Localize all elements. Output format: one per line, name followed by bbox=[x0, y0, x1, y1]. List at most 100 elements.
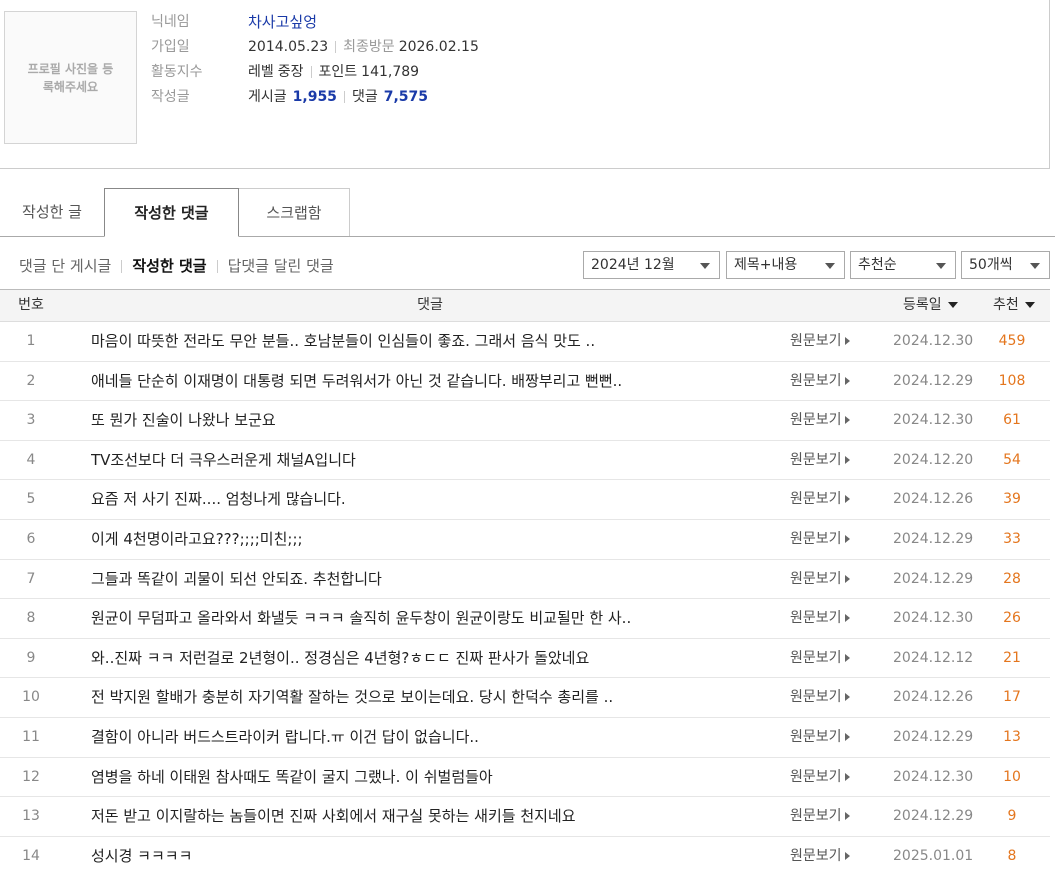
page-size-select[interactable]: 50개씩 bbox=[961, 251, 1050, 279]
play-arrow-icon bbox=[844, 416, 850, 425]
view-original-label: 원문보기 bbox=[790, 333, 842, 349]
play-arrow-icon bbox=[844, 534, 850, 543]
row-recommend-count: 21 bbox=[1003, 649, 1021, 666]
comment-text-link[interactable]: 요즘 저 사기 진짜.... 엄청나게 많습니다. bbox=[91, 480, 771, 519]
play-arrow-icon bbox=[844, 495, 850, 504]
header-date-label: 등록일 bbox=[903, 297, 942, 313]
row-date: 2024.12.30 bbox=[893, 610, 974, 627]
tab-written-comments[interactable]: 작성한 댓글 bbox=[104, 188, 239, 237]
row-number: 14 bbox=[22, 847, 40, 864]
search-scope-select[interactable]: 제목+내용 bbox=[726, 251, 845, 279]
view-original-link[interactable]: 원문보기 bbox=[790, 797, 850, 836]
view-original-label: 원문보기 bbox=[790, 530, 842, 547]
search-scope-value: 제목+내용 bbox=[734, 257, 798, 273]
row-number: 7 bbox=[26, 570, 36, 587]
subtab-written-comments[interactable]: 작성한 댓글 bbox=[132, 253, 206, 279]
comment-text-link[interactable]: 성시경 ㅋㅋㅋㅋ bbox=[91, 837, 771, 876]
play-arrow-icon bbox=[844, 653, 850, 662]
view-original-link[interactable]: 원문보기 bbox=[790, 322, 850, 361]
view-original-link[interactable]: 원문보기 bbox=[790, 401, 850, 440]
month-select[interactable]: 2024년 12월 bbox=[583, 251, 720, 279]
tab-scraps[interactable]: 스크랩함 bbox=[238, 188, 350, 236]
header-recommend-sort[interactable]: 추천 bbox=[993, 290, 1035, 321]
row-date: 2024.12.29 bbox=[893, 530, 974, 547]
chevron-down-icon bbox=[1030, 263, 1040, 269]
sort-select[interactable]: 추천순 bbox=[850, 251, 956, 279]
row-date: 2024.12.29 bbox=[893, 372, 974, 389]
subtab-replied-comments[interactable]: 답댓글 달린 댓글 bbox=[228, 253, 334, 279]
posts-label: 작성글 bbox=[151, 89, 190, 105]
level-label: 레벨 bbox=[248, 64, 274, 80]
table-row: 13 저돈 받고 이지랄하는 놈들이면 진짜 사회에서 재구실 못하는 새키들 천… bbox=[0, 797, 1050, 837]
row-recommend-count: 39 bbox=[1003, 491, 1021, 508]
play-arrow-icon bbox=[844, 376, 850, 385]
header-date-sort[interactable]: 등록일 bbox=[903, 290, 958, 321]
view-original-label: 원문보기 bbox=[790, 689, 842, 706]
view-original-link[interactable]: 원문보기 bbox=[790, 599, 850, 638]
chevron-down-icon bbox=[936, 263, 946, 269]
last-visit-date: 2026.02.15 bbox=[398, 39, 479, 55]
play-arrow-icon bbox=[844, 812, 850, 821]
table-row: 11 결함이 아니라 버드스트라이커 랍니다.ㅠ 이건 답이 없습니다.. 원문보기… bbox=[0, 718, 1050, 758]
sort-down-icon bbox=[947, 302, 958, 308]
nickname-value: 차사고싶엉 bbox=[248, 13, 318, 31]
comment-text-link[interactable]: 원균이 무덤파고 올라와서 화낼듯 ㅋㅋㅋ 솔직히 윤두창이 원균이랑도 비교될… bbox=[91, 599, 771, 638]
table-row: 4 TV조선보다 더 극우스러운게 채널A입니다 원문보기 2024.12.20 54 bbox=[0, 441, 1050, 481]
view-original-link[interactable]: 원문보기 bbox=[790, 678, 850, 717]
tab-written-posts[interactable]: 작성한 글 bbox=[0, 188, 104, 236]
view-original-link[interactable]: 원문보기 bbox=[790, 362, 850, 401]
view-original-link[interactable]: 원문보기 bbox=[790, 758, 850, 797]
row-date: 2024.12.26 bbox=[893, 689, 974, 706]
view-original-link[interactable]: 원문보기 bbox=[790, 441, 850, 480]
row-date: 2024.12.26 bbox=[893, 491, 974, 508]
comment-text-link[interactable]: 이게 4천명이라고요???;;;;미친;;; bbox=[91, 520, 771, 559]
comment-text-link[interactable]: 그들과 똑같이 괴물이 되선 안되죠. 추천합니다 bbox=[91, 560, 771, 599]
play-arrow-icon bbox=[844, 851, 850, 860]
row-recommend-count: 9 bbox=[1007, 808, 1017, 825]
profile-photo-placeholder[interactable]: 프로필 사진을 등록해주세요 bbox=[4, 11, 137, 144]
table-row: 9 와..진짜 ㅋㅋ 저런걸로 2년형이.. 정경심은 4년형?ㅎㄷㄷ 진짜 판사… bbox=[0, 639, 1050, 679]
header-comment: 댓글 bbox=[417, 297, 443, 313]
comment-text-link[interactable]: 전 박지원 할배가 충분히 자기역활 잘하는 것으로 보이는데요. 당시 한덕수… bbox=[91, 678, 771, 717]
row-number: 5 bbox=[26, 491, 36, 508]
profile-photo-text: 프로필 사진을 등록해주세요 bbox=[27, 61, 114, 94]
view-original-link[interactable]: 원문보기 bbox=[790, 639, 850, 678]
view-original-label: 원문보기 bbox=[790, 570, 842, 587]
point-label: 포인트 bbox=[318, 64, 358, 80]
view-original-link[interactable]: 원문보기 bbox=[790, 520, 850, 559]
level-value: 중장 bbox=[277, 64, 304, 80]
view-original-label: 원문보기 bbox=[790, 649, 842, 666]
view-original-link[interactable]: 원문보기 bbox=[790, 480, 850, 519]
view-original-link[interactable]: 원문보기 bbox=[790, 718, 850, 757]
view-original-link[interactable]: 원문보기 bbox=[790, 837, 850, 876]
table-row: 7 그들과 똑같이 괴물이 되선 안되죠. 추천합니다 원문보기 2024.12.29… bbox=[0, 560, 1050, 600]
comment-text-link[interactable]: 또 뭔가 진술이 나왔나 보군요 bbox=[91, 401, 771, 440]
row-recommend-count: 108 bbox=[998, 372, 1026, 389]
comment-text-link[interactable]: 와..진짜 ㅋㅋ 저런걸로 2년형이.. 정경심은 4년형?ㅎㄷㄷ 진짜 판사가… bbox=[91, 639, 771, 678]
comment-text-link[interactable]: 저돈 받고 이지랄하는 놈들이면 진짜 사회에서 재구실 못하는 새키들 천지네… bbox=[91, 797, 771, 836]
divider bbox=[335, 41, 337, 53]
table-row: 12 염병을 하네 이태원 참사때도 똑같이 굴지 그랬나. 이 쉬벌럼들아 원문보… bbox=[0, 758, 1050, 798]
subtab-commented-posts[interactable]: 댓글 단 게시글 bbox=[19, 253, 111, 279]
play-arrow-icon bbox=[844, 732, 850, 741]
comment-text-link[interactable]: 결함이 아니라 버드스트라이커 랍니다.ㅠ 이건 답이 없습니다.. bbox=[91, 718, 771, 757]
post-count-label: 게시글 bbox=[248, 89, 287, 105]
play-arrow-icon bbox=[844, 574, 850, 583]
comment-text-link[interactable]: 염병을 하네 이태원 참사때도 똑같이 굴지 그랬나. 이 쉬벌럼들아 bbox=[91, 758, 771, 797]
divider bbox=[216, 259, 218, 273]
comment-text-link[interactable]: 마음이 따뜻한 전라도 무안 분들.. 호남분들이 인심들이 좋죠. 그래서 음… bbox=[91, 322, 771, 361]
row-date: 2024.12.12 bbox=[893, 649, 974, 666]
month-select-value: 2024년 12월 bbox=[591, 257, 675, 273]
nickname-label: 닉네임 bbox=[151, 14, 190, 30]
sort-value: 추천순 bbox=[858, 257, 897, 273]
row-recommend-count: 13 bbox=[1003, 728, 1021, 745]
comment-text-link[interactable]: 애네들 단순히 이재명이 대통령 되면 두려워서가 아닌 것 같습니다. 배짱부… bbox=[91, 362, 771, 401]
view-original-link[interactable]: 원문보기 bbox=[790, 560, 850, 599]
comment-text-link[interactable]: TV조선보다 더 극우스러운게 채널A입니다 bbox=[91, 441, 771, 480]
row-number: 9 bbox=[26, 649, 36, 666]
comment-count: 7,575 bbox=[383, 89, 428, 105]
row-date: 2024.12.20 bbox=[893, 451, 974, 468]
row-date: 2024.12.29 bbox=[893, 570, 974, 587]
table-row: 6 이게 4천명이라고요???;;;;미친;;; 원문보기 2024.12.29 33 bbox=[0, 520, 1050, 560]
table-header: 번호 댓글 등록일 추천 bbox=[0, 289, 1050, 322]
